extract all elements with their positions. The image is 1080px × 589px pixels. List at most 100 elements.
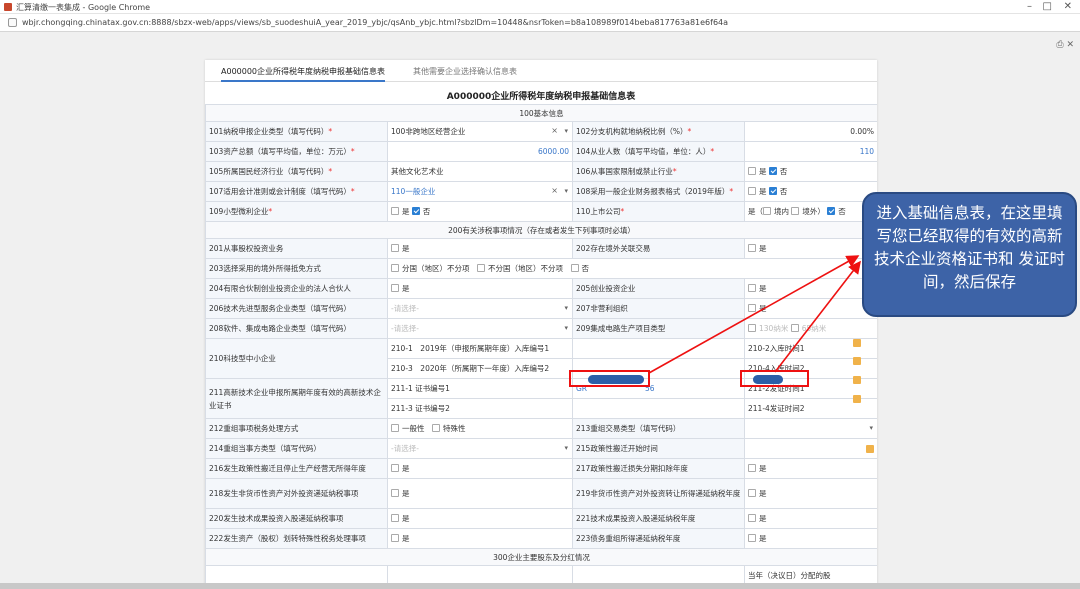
row-label: 210科技型中小企业 bbox=[205, 338, 388, 379]
checkbox-yes[interactable] bbox=[391, 464, 399, 472]
tech-service-select[interactable]: -请选择- ▾ bbox=[387, 298, 573, 319]
checkbox-split-country[interactable] bbox=[391, 264, 399, 272]
table-row: 222发生资产（股权）划转特殊性税务处理事项 是 223债务重组所得递延纳税年度… bbox=[205, 528, 877, 549]
entry-no-1-input[interactable] bbox=[572, 338, 745, 359]
checkbox-yes[interactable] bbox=[748, 167, 756, 175]
row-label: 105所属国民经济行业（填写代码）* bbox=[205, 161, 388, 182]
table-row: 201从事股权投资业务 是 202存在境外关联交易 是 bbox=[205, 238, 877, 259]
checkbox-yes[interactable] bbox=[748, 489, 756, 497]
restructure-type-select[interactable]: ▾ bbox=[743, 418, 877, 439]
section-100: 100基本信息 bbox=[205, 104, 877, 122]
tab-bar: A000000企业所得税年度纳税申报基础信息表 其他需要企业选择确认信息表 bbox=[205, 60, 877, 82]
clear-icon: × bbox=[551, 186, 558, 195]
row-label: 211高新技术企业申报所属期年度有效的高新技术企业证书 bbox=[205, 378, 388, 419]
url-text[interactable]: wbjr.chongqing.chinatax.gov.cn:8888/sbzx… bbox=[22, 18, 728, 27]
accounting-standard-select[interactable]: 110一般企业 × ▾ bbox=[387, 181, 573, 202]
calendar-icon[interactable] bbox=[853, 395, 861, 403]
industry-value[interactable]: 其他文化艺术业 bbox=[387, 161, 573, 182]
section-300: 300企业主要股东及分红情况 bbox=[205, 548, 877, 566]
party-type-select[interactable]: -请选择- ▾ bbox=[387, 438, 573, 459]
checkbox-no[interactable] bbox=[768, 167, 777, 175]
checkbox-yes[interactable] bbox=[391, 207, 399, 215]
restricted-industry-options: 是 否 bbox=[743, 161, 877, 182]
table-row: 203选择采用的境外所得抵免方式 分国（地区）不分项 不分国（地区）不分项 否 bbox=[205, 258, 877, 279]
branch-ratio-value[interactable]: 0.00% bbox=[743, 121, 877, 142]
table-row: 218发生非货币性资产对外投资递延纳税事项 是 219非货币性资产对外投资转让所… bbox=[205, 478, 877, 509]
row-label: 206技术先进型服务企业类型（填写代码） bbox=[205, 298, 388, 319]
app-icon bbox=[4, 3, 12, 11]
tab-other-info[interactable]: 其他需要企业选择确认信息表 bbox=[413, 66, 517, 77]
row-label: 219非货币性资产对外投资转让所得递延纳税年度 bbox=[572, 478, 745, 509]
close-page-icon[interactable]: ⎙ ✕ bbox=[1056, 40, 1074, 50]
calendar-icon[interactable] bbox=[853, 339, 861, 347]
relocation-date-input[interactable] bbox=[743, 438, 877, 459]
row-label: 207非营利组织 bbox=[572, 298, 745, 319]
checkbox-no[interactable] bbox=[768, 187, 777, 195]
row-label: 103资产总额（填写平均值，单位：万元）* bbox=[205, 141, 388, 162]
address-bar[interactable]: wbjr.chongqing.chinatax.gov.cn:8888/sbzx… bbox=[0, 14, 1080, 32]
checkbox-yes[interactable] bbox=[748, 284, 756, 292]
employees-input[interactable]: 110 bbox=[743, 141, 877, 162]
checkbox-yes[interactable] bbox=[391, 284, 399, 292]
checkbox-65nm[interactable] bbox=[790, 324, 799, 332]
maximize-icon[interactable]: □ bbox=[1043, 1, 1052, 12]
row-label: 222发生资产（股权）划转特殊性税务处理事项 bbox=[205, 528, 388, 549]
row-label: 204有限合伙制创业投资企业的法人合伙人 bbox=[205, 278, 388, 299]
close-icon[interactable]: ✕ bbox=[1064, 1, 1072, 12]
row-label: 107适用会计准则或会计制度（填写代码）* bbox=[205, 181, 388, 202]
calendar-icon[interactable] bbox=[853, 357, 861, 365]
checkbox-no[interactable] bbox=[827, 207, 836, 215]
software-type-select[interactable]: -请选择- ▾ bbox=[387, 318, 573, 339]
row-label: 203选择采用的境外所得抵免方式 bbox=[205, 258, 388, 279]
table-row: 204有限合伙制创业投资企业的法人合伙人 是 205创业投资企业 是 bbox=[205, 278, 877, 299]
checkbox-yes[interactable] bbox=[748, 464, 756, 472]
row-label: 214重组当事方类型（填写代码） bbox=[205, 438, 388, 459]
table-row: 103资产总额（填写平均值，单位：万元）* 6000.00 104从业人数（填写… bbox=[205, 141, 877, 162]
table-row: 107适用会计准则或会计制度（填写代码）* 110一般企业 × ▾ 108采用一般企… bbox=[205, 181, 877, 202]
checkbox-yes[interactable] bbox=[748, 187, 756, 195]
total-assets-input[interactable]: 6000.00 bbox=[387, 141, 573, 162]
horizontal-scrollbar[interactable] bbox=[0, 583, 1080, 589]
certificate-no-2-input[interactable] bbox=[572, 398, 745, 419]
clear-icon: × bbox=[551, 126, 558, 135]
row-label: 106从事国家限制或禁止行业* bbox=[572, 161, 745, 182]
checkbox-special[interactable] bbox=[432, 424, 440, 432]
checkbox-yes[interactable] bbox=[391, 244, 399, 252]
row-label: 221技术成果投资入股递延纳税年度 bbox=[572, 508, 745, 529]
row-label: 212重组事项税务处理方式 bbox=[205, 418, 388, 439]
table-row: 101纳税申报企业类型（填写代码）* 100非跨地区经营企业 × ▾ 102分支机构… bbox=[205, 121, 877, 142]
small-enterprise-options: 是 否 bbox=[387, 201, 573, 222]
calendar-icon[interactable] bbox=[853, 376, 861, 384]
row-label: 215政策性搬迁开始时间 bbox=[572, 438, 745, 459]
checkbox-yes[interactable] bbox=[391, 489, 399, 497]
row-label: 220发生技术成果投资入股递延纳税事项 bbox=[205, 508, 388, 529]
checkbox-overseas[interactable] bbox=[791, 207, 800, 215]
checkbox-yes[interactable] bbox=[391, 514, 399, 522]
chevron-down-icon: ▾ bbox=[564, 127, 568, 135]
form-title: A000000企业所得税年度纳税申报基础信息表 bbox=[446, 92, 636, 102]
window-title: 汇算清缴一表集成 - Google Chrome bbox=[16, 3, 151, 12]
checkbox-yes[interactable] bbox=[748, 534, 756, 542]
form-container: A000000企业所得税年度纳税申报基础信息表 其他需要企业选择确认信息表 A0… bbox=[205, 60, 877, 589]
checkbox-no[interactable] bbox=[570, 264, 579, 272]
checkbox-general[interactable] bbox=[391, 424, 399, 432]
checkbox-130nm[interactable] bbox=[748, 324, 756, 332]
table-row: 212重组事项税务处理方式 一般性 特殊性 213重组交易类型（填写代码） ▾ bbox=[205, 418, 877, 439]
taxpayer-type-select[interactable]: 100非跨地区经营企业 × ▾ bbox=[387, 121, 573, 142]
browser-title-bar: 汇算清缴一表集成 - Google Chrome – □ ✕ bbox=[0, 0, 1080, 14]
row-label: 213重组交易类型（填写代码） bbox=[572, 418, 745, 439]
checkbox-yes[interactable] bbox=[391, 534, 399, 542]
checkbox-no-split-country[interactable] bbox=[477, 264, 485, 272]
checkbox-yes[interactable] bbox=[748, 304, 756, 312]
table-row: 216发生政策性搬迁且停止生产经营无所得年度 是 217政策性搬迁损失分期扣除年… bbox=[205, 458, 877, 479]
minimize-icon[interactable]: – bbox=[1027, 1, 1032, 12]
row-label: 104从业人数（填写平均值，单位：人）* bbox=[572, 141, 745, 162]
tab-basic-info[interactable]: A000000企业所得税年度纳税申报基础信息表 bbox=[221, 66, 386, 82]
row-label: 202存在境外关联交易 bbox=[572, 238, 745, 259]
table-row: 214重组当事方类型（填写代码） -请选择- ▾ 215政策性搬迁开始时间 bbox=[205, 438, 877, 459]
checkbox-yes[interactable] bbox=[748, 244, 756, 252]
checkbox-domestic[interactable] bbox=[763, 207, 771, 215]
checkbox-yes[interactable] bbox=[748, 514, 756, 522]
checkbox-no[interactable] bbox=[411, 207, 420, 215]
calendar-icon[interactable] bbox=[866, 444, 875, 453]
